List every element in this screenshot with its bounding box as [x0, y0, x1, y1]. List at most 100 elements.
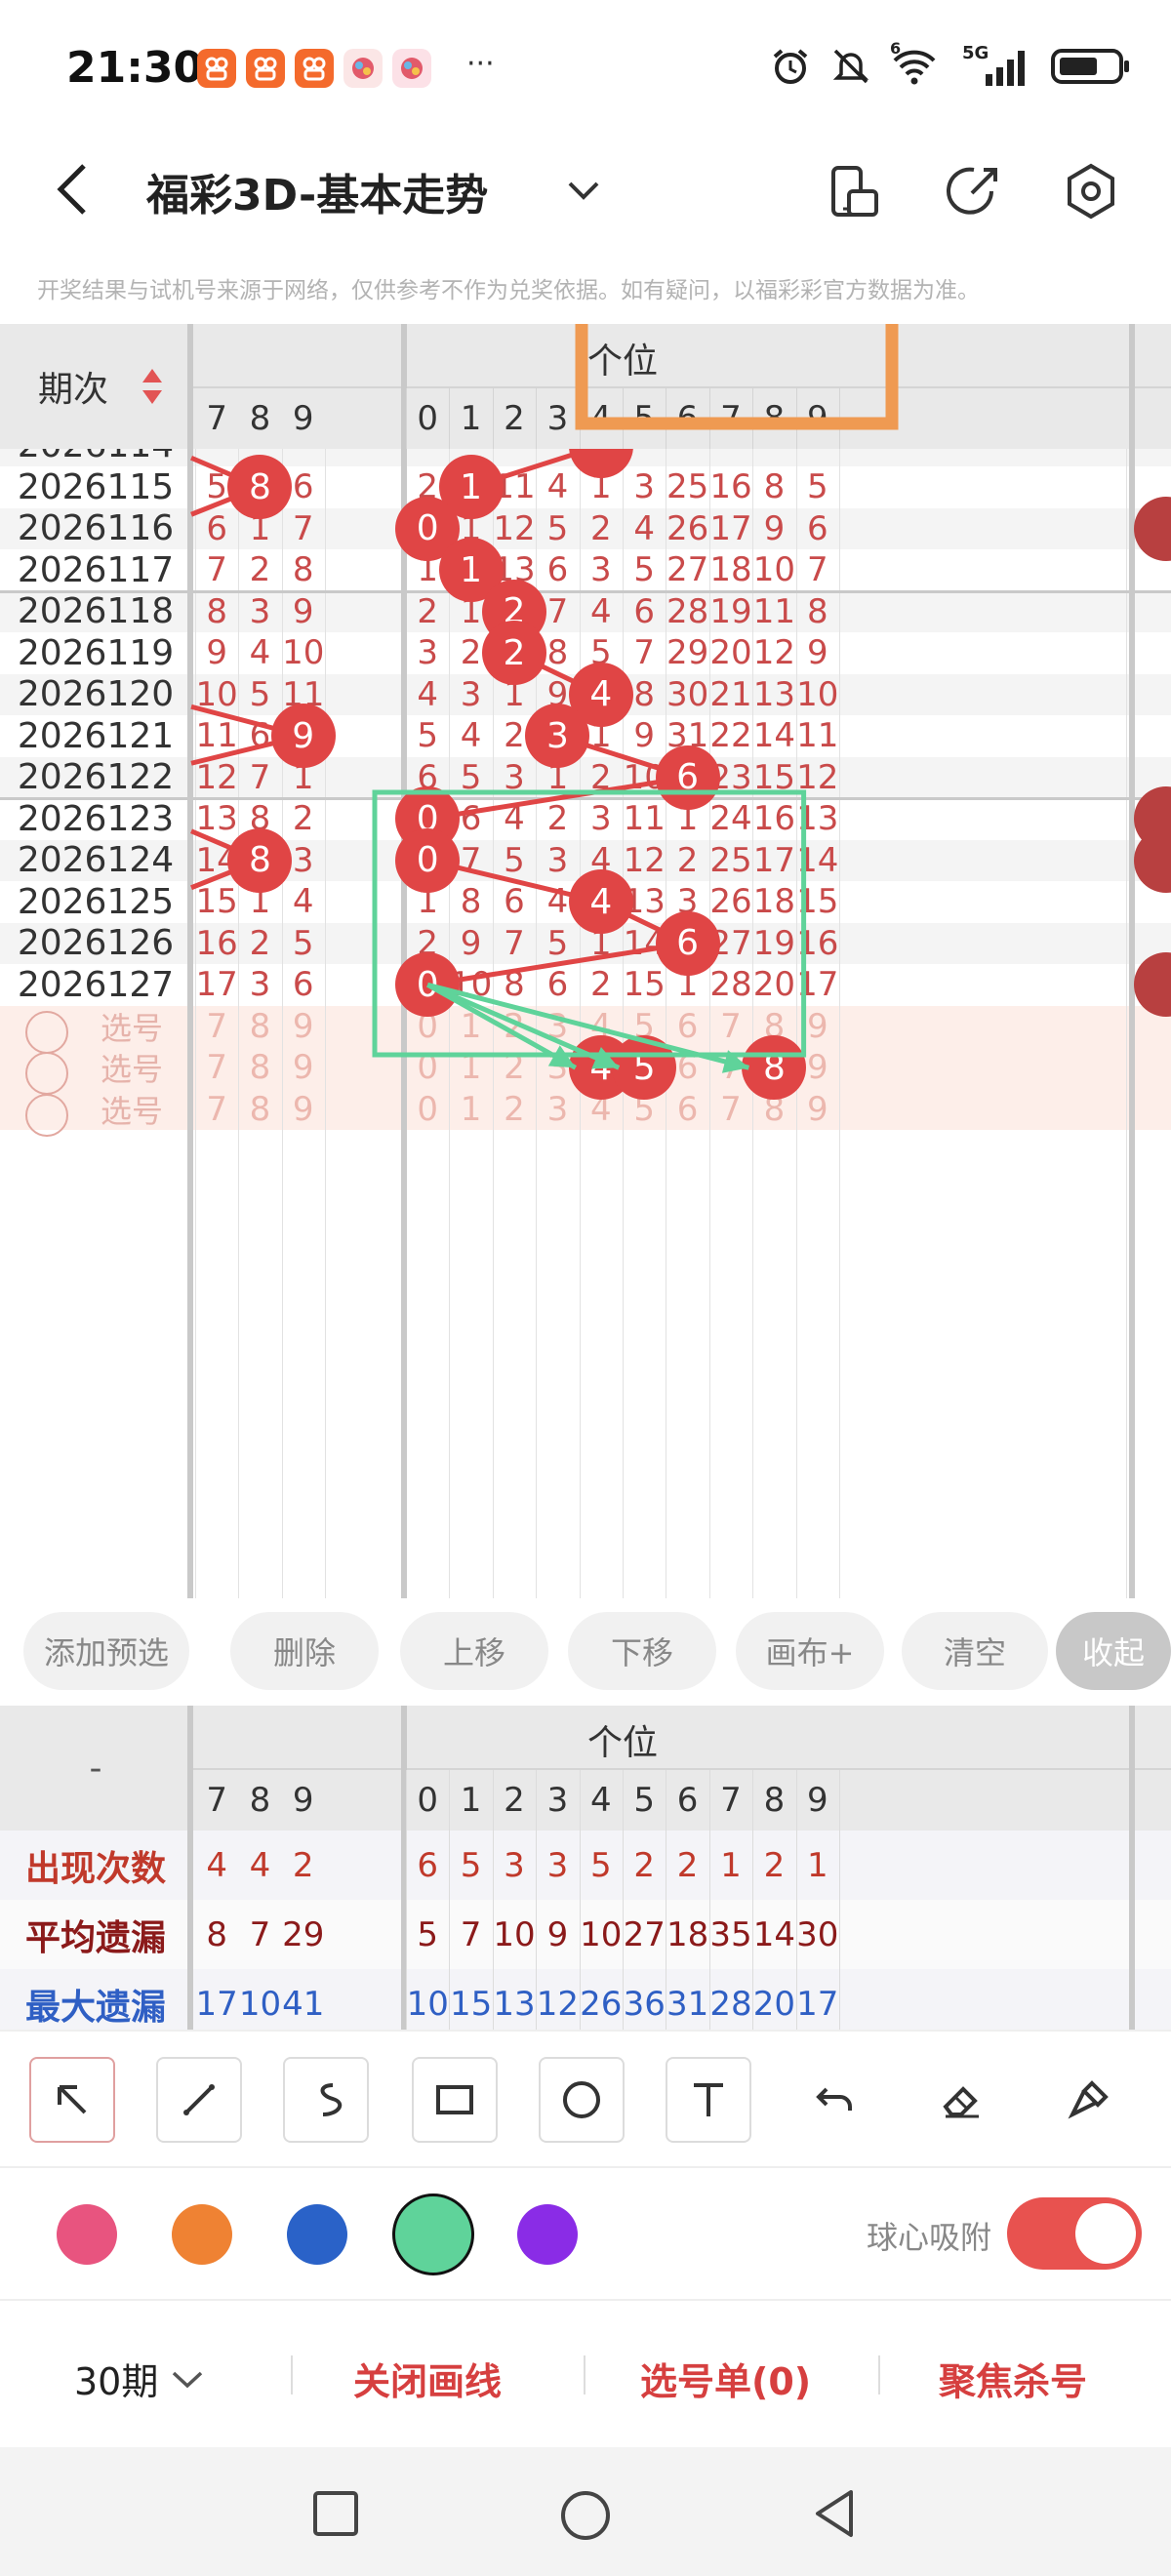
undo-icon: [816, 2087, 852, 2111]
status-right-icons: 6 5G: [769, 39, 1132, 88]
stats-cell: 10: [406, 1984, 449, 2024]
focus-kill-button[interactable]: 聚焦杀号: [939, 2352, 1087, 2405]
divider: [584, 2355, 586, 2395]
drawing-tools-bar: [0, 2030, 1171, 2166]
selection-list-button[interactable]: 选号单(0): [640, 2352, 811, 2405]
recents-square-icon[interactable]: [310, 2488, 361, 2539]
settings-icon[interactable]: [1060, 160, 1122, 222]
snap-toggle-knob: [1075, 2203, 1136, 2264]
curve-icon: [320, 2083, 343, 2116]
line-tool[interactable]: [156, 2057, 242, 2143]
wifi-icon: 6: [890, 39, 945, 88]
promo-app-icon: [343, 49, 383, 88]
color-swatch[interactable]: [392, 2194, 474, 2275]
stats-grid-line: [449, 1770, 451, 2030]
stats-column-header: 7: [720, 1781, 742, 1820]
curve-tool[interactable]: [283, 2057, 369, 2143]
status-overflow: ···: [466, 47, 495, 81]
back-arrow-icon[interactable]: [49, 158, 98, 221]
status-app-icons: [197, 49, 431, 92]
drawn-orange-rectangle: [575, 324, 899, 430]
stats-table: - 个位 7 8 9 0 1 2 3 4 5 6 7 8 9 出现次数 4 4 2 6 5 3 3 5 2 2 1 2 1 平均遗漏 8 7 2…: [0, 1706, 1171, 2030]
toolbar-button[interactable]: 画布+: [736, 1612, 884, 1690]
arrow-up-left-icon: [58, 2085, 87, 2114]
color-swatch[interactable]: [172, 2204, 232, 2265]
toolbar-button[interactable]: 添加预选: [23, 1612, 189, 1690]
kuaishou-icon: [197, 49, 236, 88]
share-icon[interactable]: [945, 162, 1003, 221]
stats-column-header: 6: [676, 1781, 699, 1820]
stats-cell: 2: [633, 1845, 656, 1885]
color-swatch[interactable]: [287, 2204, 347, 2265]
stats-cell: 2: [676, 1845, 699, 1885]
eraser-tool[interactable]: [919, 2057, 1005, 2143]
stats-cell: 31: [666, 1984, 709, 2024]
stats-separator: [1129, 1706, 1135, 2030]
stats-cell: 36: [623, 1984, 666, 2024]
stats-cell: 18: [666, 1914, 709, 1954]
stats-column-header: 4: [589, 1781, 612, 1820]
stats-cell: 3: [504, 1845, 525, 1885]
stats-section-header: 个位: [586, 1723, 658, 1763]
select-arrow-tool[interactable]: [29, 2057, 115, 2143]
stats-cell: 4: [206, 1845, 227, 1885]
drawn-green-rectangle: [372, 789, 807, 1058]
nav-bar: 福彩3D-基本走势: [0, 137, 1171, 246]
stats-grid-line: [623, 1770, 624, 2030]
stats-cell: 3: [546, 1845, 569, 1885]
stats-column-header: 8: [249, 1781, 271, 1820]
stats-cell: 1: [720, 1845, 742, 1885]
alarm-icon: [773, 49, 808, 84]
close-lines-button[interactable]: 关闭画线: [353, 2352, 502, 2405]
trend-table[interactable]: 2026114202611558621141325168520261166171…: [0, 324, 1171, 1598]
stats-row-label: 出现次数: [24, 1848, 166, 1889]
toolbar-button[interactable]: 收起: [1056, 1612, 1171, 1690]
orange-rect-shape: [575, 324, 899, 430]
period-count-select[interactable]: 30期: [74, 2352, 205, 2405]
divider: [291, 2355, 293, 2395]
home-circle-icon[interactable]: [558, 2488, 613, 2543]
title-dropdown-chevron-icon[interactable]: [564, 176, 603, 205]
circle-tool[interactable]: [539, 2057, 625, 2143]
chevron-down-icon: [173, 2371, 203, 2388]
toolbar-button[interactable]: 上移: [400, 1612, 548, 1690]
stats-cell: 14: [752, 1914, 796, 1954]
kuaishou-icon: [246, 49, 285, 88]
text-tool[interactable]: [666, 2057, 751, 2143]
rectangle-icon: [436, 2085, 473, 2114]
stats-cell: 7: [460, 1914, 482, 1954]
wifi-label: 6: [890, 39, 902, 58]
stats-cell: 5: [417, 1914, 439, 1954]
stats-cell: 17: [796, 1984, 839, 2024]
stats-cell: 26: [580, 1984, 623, 2024]
stats-cell: 9: [546, 1914, 569, 1954]
stats-cell: 10: [493, 1914, 536, 1954]
toolbar-button[interactable]: 下移: [568, 1612, 716, 1690]
color-swatch[interactable]: [517, 2204, 578, 2265]
snap-toggle[interactable]: [1007, 2197, 1142, 2270]
candy-app-icon: [392, 49, 431, 88]
brush-tool[interactable]: [1046, 2057, 1132, 2143]
status-bar: 21:30 ··· 6 5G: [0, 0, 1171, 137]
stats-cell: 10: [238, 1984, 282, 2024]
period-count-label: 30期: [74, 2360, 159, 2403]
stats-cell: 6: [417, 1845, 439, 1885]
color-swatch[interactable]: [57, 2204, 117, 2265]
stats-column-header: 5: [633, 1781, 656, 1820]
stats-column-header: 7: [206, 1781, 227, 1820]
toolbar-button[interactable]: 清空: [902, 1612, 1048, 1690]
page-title: 福彩3D-基本走势: [146, 171, 489, 221]
back-triangle-icon[interactable]: [808, 2486, 863, 2541]
stats-column-header: 2: [504, 1781, 525, 1820]
undo-tool[interactable]: [792, 2057, 878, 2143]
stats-grid-line: [579, 1770, 581, 2030]
stats-cell: 10: [580, 1914, 623, 1954]
phone-rotate-icon[interactable]: [828, 162, 882, 221]
stats-cell: 12: [536, 1984, 580, 2024]
rectangle-tool[interactable]: [412, 2057, 498, 2143]
system-nav-bar: [0, 2447, 1171, 2576]
toolbar-button[interactable]: 删除: [230, 1612, 379, 1690]
stats-grid-line: [708, 1770, 710, 2030]
circle-icon: [563, 2081, 600, 2118]
stats-cell: 2: [292, 1845, 314, 1885]
